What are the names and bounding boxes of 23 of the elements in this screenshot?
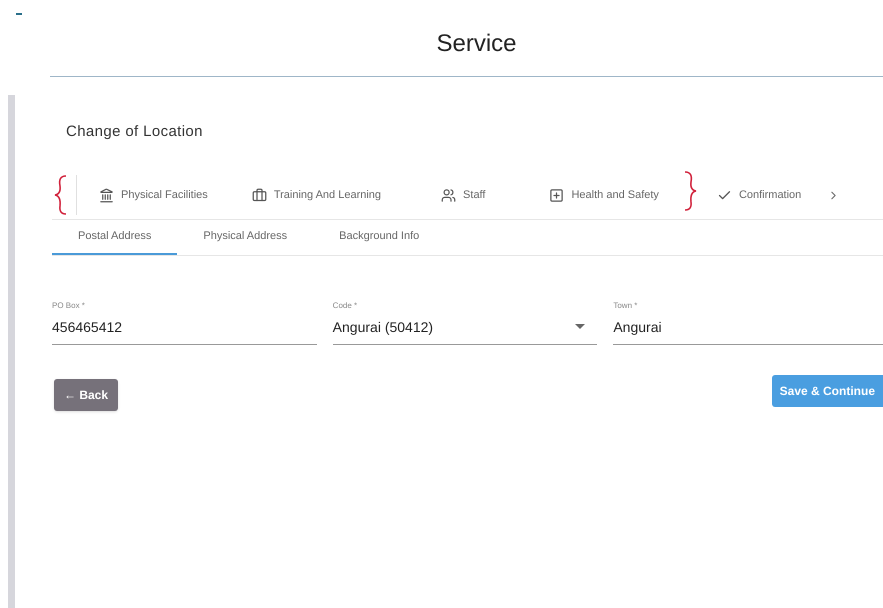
people-icon (441, 188, 456, 202)
step-tab[interactable]: Physical Facilities (99, 186, 208, 204)
bracket-mark (52, 174, 68, 216)
save-continue-button[interactable]: Save & Continue (772, 374, 883, 406)
plus-square-icon (549, 188, 564, 202)
bank-icon (99, 188, 114, 202)
input-field[interactable]: Town * Angurai (613, 300, 883, 344)
dropdown-icon (575, 324, 586, 330)
bracket-mark (682, 170, 699, 212)
step-tab[interactable]: Staff (441, 186, 486, 204)
select-field[interactable]: Code * Angurai (50412) (332, 300, 598, 344)
tab[interactable]: Background Info (313, 220, 446, 254)
page-title: Service (435, 29, 518, 59)
tab[interactable]: Physical Address (177, 220, 314, 254)
back-button[interactable]: ← Back (54, 378, 118, 410)
step-tab[interactable]: Health and Safety (549, 186, 659, 204)
step-tab[interactable]: Training And Learning (252, 186, 382, 204)
input-field[interactable]: PO Box * 456465412 (52, 300, 317, 344)
dash-mark (16, 13, 22, 15)
briefcase-icon (252, 188, 267, 202)
step-tab[interactable]: Confirmation (716, 186, 802, 204)
tab[interactable]: Postal Address (52, 220, 178, 254)
section-title: Change of Location (66, 122, 204, 142)
